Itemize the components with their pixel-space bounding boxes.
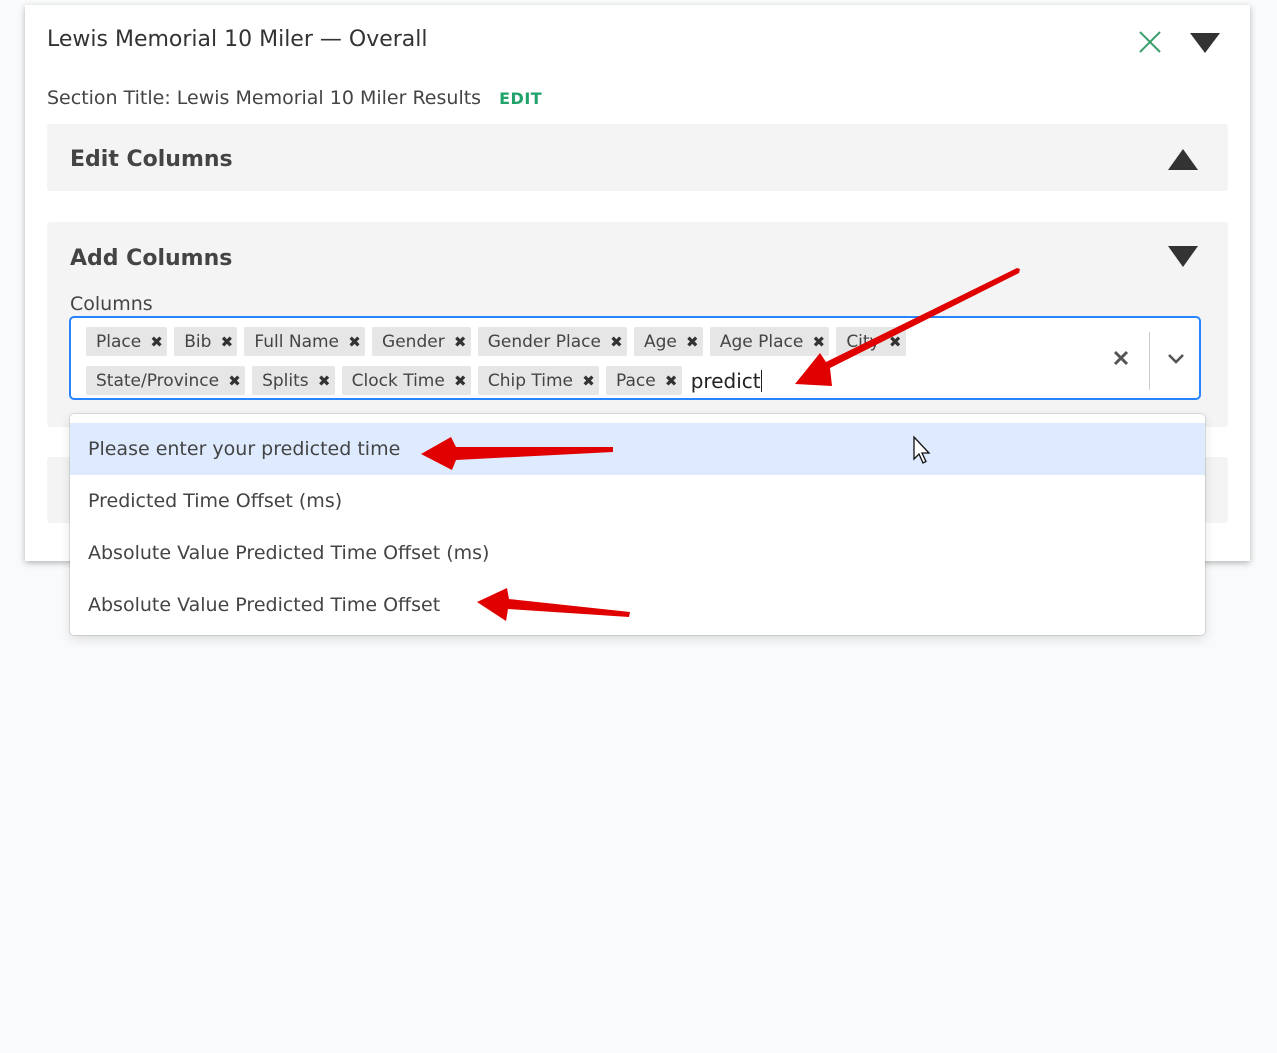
dropdown-option[interactable]: Predicted Time Offset (ms) (70, 475, 1205, 527)
chip-remove-icon[interactable]: ✖ (661, 372, 682, 390)
column-chip-label: Chip Time (487, 370, 573, 391)
dropdown-option[interactable]: Absolute Value Predicted Time Offset (ms… (70, 527, 1205, 579)
chip-remove-icon[interactable]: ✖ (578, 372, 599, 390)
column-chip-label: Gender (382, 331, 445, 352)
add-columns-title[interactable]: Add Columns (70, 246, 232, 271)
chip-row-2: State/Province ✖ Splits ✖ Clock Time ✖ Chip Ti… (86, 366, 762, 395)
chip-remove-icon[interactable]: ✖ (606, 333, 627, 351)
collapse-down-triangle-icon[interactable] (1168, 246, 1198, 267)
section-title-row: Section Title: Lewis Memorial 10 Miler R… (47, 87, 542, 109)
column-chip: Splits ✖ (252, 366, 335, 395)
column-chip-label: Bib (184, 331, 212, 352)
chip-remove-icon[interactable]: ✖ (314, 372, 335, 390)
column-chip-label: Age Place (719, 331, 804, 352)
column-chip: Age Place ✖ (709, 327, 830, 356)
column-chip: Gender ✖ (372, 327, 471, 356)
column-chip: Clock Time ✖ (341, 366, 471, 395)
text-caret (760, 369, 762, 392)
chip-remove-icon[interactable]: ✖ (224, 372, 245, 390)
search-input-text[interactable]: predict (691, 369, 762, 393)
chip-remove-icon[interactable]: ✖ (885, 333, 906, 351)
column-chip-label: Place (96, 331, 142, 352)
edit-columns-title[interactable]: Edit Columns (70, 147, 233, 172)
close-icon[interactable] (1137, 29, 1163, 55)
chip-remove-icon[interactable]: ✖ (808, 333, 829, 351)
chip-remove-icon[interactable]: ✖ (216, 333, 237, 351)
column-chip-label: City (846, 331, 880, 352)
column-chip: City ✖ (836, 327, 906, 356)
collapse-card-triangle-icon[interactable] (1190, 33, 1220, 53)
chip-remove-icon[interactable]: ✖ (146, 333, 167, 351)
column-chip-label: Gender Place (487, 331, 601, 352)
expand-up-triangle-icon[interactable] (1168, 149, 1198, 170)
column-chip-label: Splits (262, 370, 309, 391)
chevron-down-icon[interactable] (1164, 346, 1188, 370)
dropdown-option[interactable]: Absolute Value Predicted Time Offset (70, 579, 1205, 631)
clear-icon[interactable] (1107, 344, 1135, 372)
columns-dropdown-menu: Please enter your predicted time Predict… (70, 414, 1205, 635)
column-chip: Gender Place ✖ (477, 327, 627, 356)
card-title: Lewis Memorial 10 Miler — Overall (47, 27, 428, 52)
columns-multiselect[interactable]: Place ✖ Bib ✖ Full Name ✖ Gender ✖ Gender Place ✖… (69, 316, 1201, 400)
column-chip: Chip Time ✖ (477, 366, 599, 395)
chip-remove-icon[interactable]: ✖ (682, 333, 703, 351)
column-chip: Bib ✖ (174, 327, 238, 356)
column-chip-label: Age (643, 331, 677, 352)
chip-remove-icon[interactable]: ✖ (450, 372, 471, 390)
column-chip-label: Clock Time (351, 370, 445, 391)
column-chip: State/Province ✖ (86, 366, 246, 395)
column-chip-label: Pace (616, 370, 656, 391)
section-title-text: Section Title: Lewis Memorial 10 Miler R… (47, 87, 482, 109)
chip-remove-icon[interactable]: ✖ (450, 333, 471, 351)
dropdown-option[interactable]: Please enter your predicted time (70, 423, 1205, 475)
column-chip: Full Name ✖ (244, 327, 366, 356)
mouse-cursor-icon (913, 435, 931, 464)
chip-remove-icon[interactable]: ✖ (344, 333, 365, 351)
indicator-separator (1149, 332, 1150, 390)
column-chip-label: State/Province (96, 370, 220, 391)
chip-row-1: Place ✖ Bib ✖ Full Name ✖ Gender ✖ Gender Place ✖… (86, 327, 913, 356)
column-chip: Place ✖ (86, 327, 168, 356)
column-chip-label: Full Name (254, 331, 340, 352)
column-chip: Age ✖ (633, 327, 703, 356)
edit-section-title-link[interactable]: EDIT (499, 89, 542, 108)
edit-columns-panel: Edit Columns (47, 124, 1228, 191)
column-chip: Pace ✖ (606, 366, 682, 395)
columns-label: Columns (70, 293, 153, 315)
